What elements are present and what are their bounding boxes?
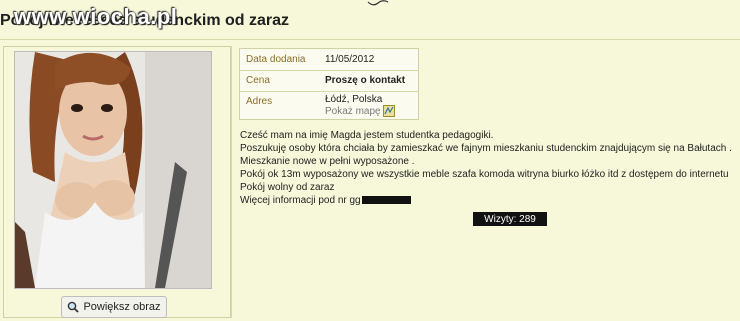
detail-value: 11/05/2012	[325, 54, 375, 65]
detail-label: Data dodania	[246, 54, 306, 65]
photo-image	[15, 52, 211, 288]
detail-label: Adres	[246, 96, 273, 107]
detail-value: Proszę o kontakt	[325, 75, 406, 86]
enlarge-image-label: Powiększ obraz	[83, 301, 161, 313]
detail-row-price: Cena Proszę o kontakt	[240, 70, 418, 92]
map-icon	[382, 105, 395, 117]
listing-photo[interactable]	[14, 51, 212, 289]
description-line: Pokój wolny od zaraz	[240, 182, 335, 193]
zoom-icon	[68, 301, 80, 313]
description-line: Mieszkanie nowe w pełni wyposażone .	[240, 156, 415, 167]
scribble-mark	[367, 0, 389, 6]
show-map-label: Pokaż mapę	[325, 105, 381, 117]
description-line: Cześć mam na imię Magda jestem studentka…	[240, 130, 494, 141]
visits-counter: Wizyty: 289	[473, 212, 547, 226]
listing-details: Data dodania 11/05/2012 Cena Proszę o ko…	[239, 48, 419, 120]
description-line: Więcej informacji pod nr gg	[240, 195, 361, 206]
title-bar: Pokój wieeeeeee studenckim od zaraz www.…	[0, 0, 740, 40]
show-map-link[interactable]: Pokaż mapę	[325, 105, 395, 117]
description-line-contact: Więcej informacji pod nr gg	[240, 194, 740, 207]
description-line: Poszukuję osoby która chciała by zamiesz…	[240, 143, 732, 154]
column-divider	[231, 46, 232, 318]
listing-description: Cześć mam na imię Magda jestem studentka…	[240, 129, 740, 207]
detail-label: Cena	[246, 75, 270, 86]
detail-row-address: Adres Łódź, Polska Pokaż mapę	[240, 91, 418, 119]
title-divider	[0, 39, 740, 40]
photo-panel: Powiększ obraz	[3, 46, 231, 318]
detail-value: Łódź, Polska	[325, 94, 383, 105]
watermark: www.wiocha.pl	[14, 4, 178, 29]
detail-row-date: Data dodania 11/05/2012	[240, 49, 418, 71]
enlarge-image-button[interactable]: Powiększ obraz	[61, 296, 167, 318]
redaction-bar	[361, 196, 411, 205]
description-line: Pokój ok 13m wyposażony we wszystkie meb…	[240, 169, 729, 180]
